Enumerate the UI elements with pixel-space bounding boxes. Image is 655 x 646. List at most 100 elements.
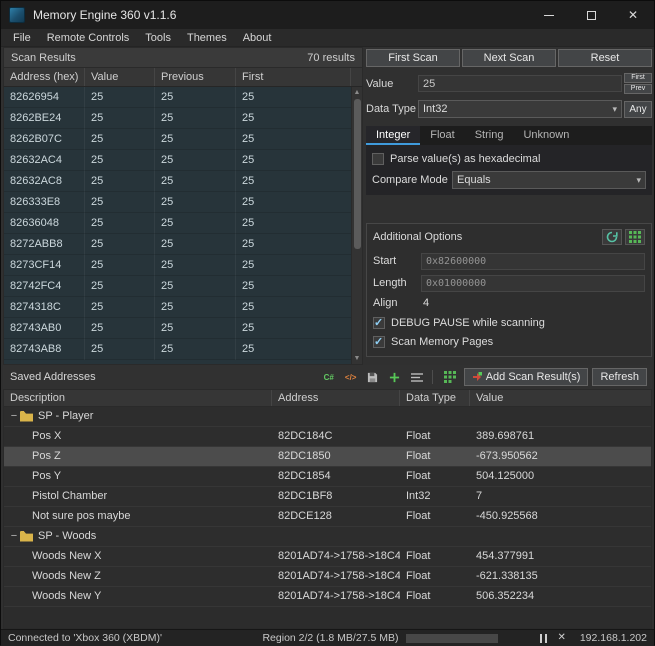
column-header-first[interactable]: First (236, 68, 351, 86)
cell-address: 82743AB8 (4, 339, 85, 360)
start-address-input[interactable] (421, 253, 645, 270)
scan-result-row[interactable]: 8273CF14252525 (4, 255, 362, 276)
compare-mode-select[interactable]: Equals ▾ (452, 171, 646, 189)
cell-data-type: Float (400, 507, 470, 526)
compare-mode-value: Equals (457, 174, 636, 186)
edit-list-button[interactable] (407, 368, 427, 386)
cell-previous: 25 (155, 150, 236, 171)
tab-unknown[interactable]: Unknown (513, 126, 579, 145)
next-scan-button[interactable]: Next Scan (462, 49, 556, 67)
reset-button[interactable]: Reset (558, 49, 652, 67)
scan-memory-pages-checkbox[interactable]: Scan Memory Pages (373, 333, 645, 350)
scan-result-row[interactable]: 82742FC4252525 (4, 276, 362, 297)
column-header-previous[interactable]: Previous (155, 68, 236, 86)
refresh-label: Refresh (600, 371, 639, 383)
pause-icon[interactable] (540, 634, 547, 643)
scan-result-row[interactable]: 8272ABB8252525 (4, 234, 362, 255)
scan-result-row[interactable]: 82743AB0252525 (4, 318, 362, 339)
saved-address-row[interactable]: Woods New X8201AD74->1758->18C4->144->11… (4, 547, 651, 567)
cell-address: 82DCE128 (272, 507, 400, 526)
align-value[interactable]: 4 (421, 297, 429, 309)
maximize-button[interactable] (570, 1, 612, 29)
data-type-select[interactable]: Int32 ▾ (418, 100, 622, 118)
menu-themes[interactable]: Themes (179, 31, 235, 45)
saved-address-row[interactable]: Pos Z82DC1850Float-673.950562 (4, 447, 651, 467)
cell-first: 25 (236, 129, 362, 150)
scan-result-row[interactable]: 82632AC4252525 (4, 150, 362, 171)
refresh-options-button[interactable] (602, 229, 622, 245)
scan-result-row[interactable]: 82632AC8252525 (4, 171, 362, 192)
saved-address-row[interactable]: Woods New Y8201AD74->1758->18C4->144->11… (4, 587, 651, 607)
menu-about[interactable]: About (235, 31, 280, 45)
description-label: Pos X (32, 427, 61, 446)
value-input[interactable] (418, 75, 622, 92)
column-header-description[interactable]: Description (4, 390, 272, 406)
memory-view-button[interactable] (440, 368, 460, 386)
scan-result-row[interactable]: 82743AB8252525 (4, 339, 362, 360)
column-header-value[interactable]: Value (85, 68, 155, 86)
cell-value: -621.338135 (470, 567, 651, 586)
minimize-button[interactable] (528, 1, 570, 29)
menu-tools[interactable]: Tools (137, 31, 179, 45)
debug-pause-checkbox[interactable]: DEBUG PAUSE while scanning (373, 314, 645, 331)
scan-result-row[interactable]: 8262BE24252525 (4, 108, 362, 129)
add-entry-button[interactable] (385, 368, 405, 386)
scan-results-scrollbar[interactable]: ▲ ▼ (351, 87, 362, 364)
saved-address-row[interactable]: Woods New Z8201AD74->1758->18C4->144->11… (4, 567, 651, 587)
save-button[interactable] (363, 368, 383, 386)
scan-result-row[interactable]: 826333E8252525 (4, 192, 362, 213)
column-header-address[interactable]: Address (hex) (4, 68, 85, 86)
prev-value-button[interactable]: Prev (624, 84, 652, 94)
cancel-icon[interactable]: ✕ (557, 633, 565, 643)
saved-addresses-column-headers: Description Address Data Type Value (3, 389, 652, 407)
first-value-button[interactable]: First (624, 73, 652, 83)
collapse-icon[interactable]: − (8, 527, 20, 546)
menu-bar: File Remote Controls Tools Themes About (1, 29, 654, 47)
scrollbar-thumb[interactable] (354, 99, 361, 249)
checkbox-checked-icon (373, 317, 385, 329)
scan-result-row[interactable]: 8274318C252525 (4, 297, 362, 318)
saved-group-row[interactable]: −SP - Woods (4, 527, 651, 547)
scroll-up-icon[interactable]: ▲ (352, 87, 362, 98)
collapse-icon[interactable]: − (8, 407, 20, 426)
column-header-value[interactable]: Value (470, 390, 651, 406)
group-label: SP - Player (38, 407, 93, 426)
any-type-button[interactable]: Any (624, 101, 652, 118)
cell-description: Pos Z (4, 447, 272, 466)
cell-value: 25 (85, 276, 155, 297)
scan-result-row[interactable]: 82626954252525 (4, 87, 362, 108)
tab-float[interactable]: Float (420, 126, 464, 145)
memory-regions-button[interactable] (625, 229, 645, 245)
xml-export-button[interactable]: </> (341, 368, 361, 386)
cell-data-type: Float (400, 467, 470, 486)
cell-previous: 25 (155, 297, 236, 318)
saved-group-row[interactable]: −SP - Player (4, 407, 651, 427)
column-header-address[interactable]: Address (272, 390, 400, 406)
cell-previous: 25 (155, 213, 236, 234)
saved-address-row[interactable]: Not sure pos maybe82DCE128Float-450.9255… (4, 507, 651, 527)
add-scan-results-button[interactable]: Add Scan Result(s) (464, 368, 589, 386)
column-header-data-type[interactable]: Data Type (400, 390, 470, 406)
close-button[interactable]: ✕ (612, 1, 654, 29)
scroll-down-icon[interactable]: ▼ (352, 353, 362, 364)
scan-result-row[interactable]: 8262B07C252525 (4, 129, 362, 150)
tab-string[interactable]: String (465, 126, 514, 145)
parse-hex-label: Parse value(s) as hexadecimal (390, 153, 540, 165)
saved-address-row[interactable]: Pos Y82DC1854Float504.125000 (4, 467, 651, 487)
folder-icon (20, 411, 33, 422)
menu-remote-controls[interactable]: Remote Controls (39, 31, 138, 45)
value-mini-buttons: First Prev (624, 73, 652, 94)
parse-hex-checkbox[interactable]: Parse value(s) as hexadecimal (372, 150, 646, 167)
additional-options-group: Additional Options Start Length (366, 223, 652, 357)
scan-result-row[interactable]: 82636048252525 (4, 213, 362, 234)
length-input[interactable] (421, 275, 645, 292)
saved-address-row[interactable]: Pos X82DC184CFloat389.698761 (4, 427, 651, 447)
tab-integer[interactable]: Integer (366, 126, 420, 145)
app-icon (9, 7, 25, 23)
value-row: Value First Prev (366, 73, 652, 94)
refresh-saved-button[interactable]: Refresh (592, 368, 647, 386)
saved-address-row[interactable]: Pistol Chamber82DC1BF8Int327 (4, 487, 651, 507)
first-scan-button[interactable]: First Scan (366, 49, 460, 67)
csharp-codegen-button[interactable]: C# (319, 368, 339, 386)
menu-file[interactable]: File (5, 31, 39, 45)
